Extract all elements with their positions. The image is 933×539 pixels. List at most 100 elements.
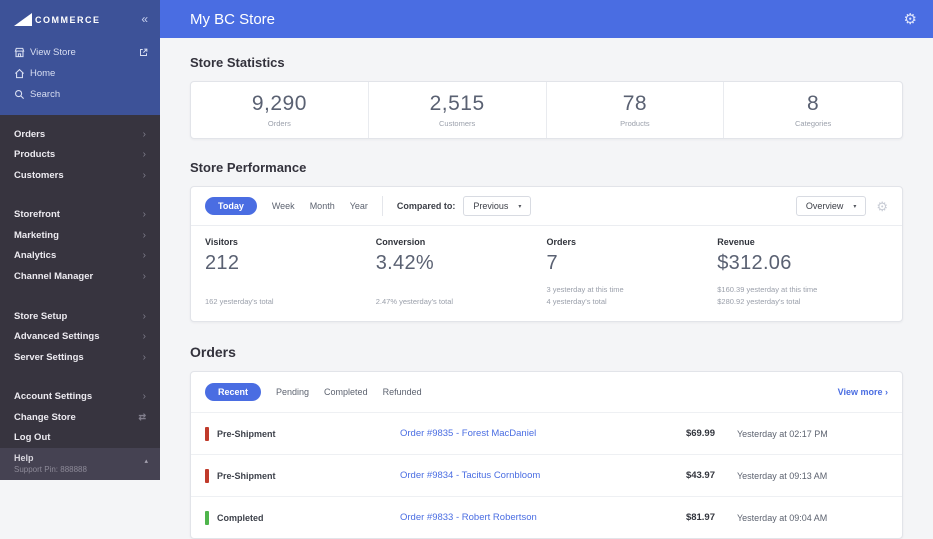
chevron-right-icon: › (142, 351, 146, 363)
stat-label: Orders (267, 119, 291, 128)
sidebar: COMMERCE « View Store Home Search Orders… (0, 0, 160, 481)
sidebar-item-home[interactable]: Home (0, 63, 160, 84)
metric-subtext: 4 yesterday's total (546, 297, 607, 307)
compared-to-dropdown[interactable]: Previous ▾ (463, 196, 532, 216)
performance-metrics: Visitors 212 162 yesterday's total Conve… (191, 225, 902, 321)
sidebar-item-marketing[interactable]: Marketing › (0, 225, 160, 246)
help-title: Help (14, 453, 34, 464)
stat-label: Products (620, 119, 650, 128)
sidebar-item-search[interactable]: Search (0, 84, 160, 105)
sidebar-item-orders[interactable]: Orders › (0, 124, 160, 145)
order-amount: $43.97 (685, 470, 715, 481)
sidebar-item-store-setup[interactable]: Store Setup › (0, 306, 160, 327)
stat-products: 78 Products (547, 82, 725, 138)
sidebar-item-server-settings[interactable]: Server Settings › (0, 347, 160, 368)
logo-text: COMMERCE (35, 14, 101, 25)
order-link[interactable]: Order #9835 - Forest MacDaniel (400, 428, 655, 439)
order-status: Pre-Shipment (205, 468, 400, 483)
stat-value: 2,515 (429, 92, 485, 115)
chevron-down-icon: ▾ (853, 203, 857, 210)
order-time: Yesterday at 02:17 PM (737, 428, 828, 439)
sidebar-item-label: Channel Manager (14, 270, 94, 282)
sidebar-item-customers[interactable]: Customers › (0, 165, 160, 186)
sidebar-item-label: Server Settings (14, 351, 84, 363)
external-link-icon (139, 48, 148, 60)
compared-to-value: Previous (473, 201, 509, 211)
sidebar-group-settings: Store Setup › Advanced Settings › Server… (0, 297, 160, 368)
sidebar-item-label: Store Setup (14, 310, 68, 322)
status-label: Pre-Shipment (217, 470, 276, 481)
view-more-link[interactable]: View more › (838, 387, 888, 397)
range-tab-today[interactable]: Today (205, 197, 257, 215)
order-amount: $81.97 (685, 512, 715, 523)
range-tab-week[interactable]: Week (272, 201, 295, 211)
stat-value: 8 (807, 92, 820, 115)
orders-heading: Orders (190, 344, 236, 360)
stat-categories: 8 Categories (724, 82, 902, 138)
sidebar-group-storefront: Storefront › Marketing › Analytics › Cha… (0, 196, 160, 287)
chevron-down-icon: ▾ (518, 203, 522, 210)
order-time: Yesterday at 09:13 AM (737, 470, 828, 481)
order-amount: $69.99 (685, 428, 715, 439)
sidebar-item-storefront[interactable]: Storefront › (0, 205, 160, 226)
view-value: Overview (805, 201, 844, 211)
range-tab-year[interactable]: Year (350, 201, 368, 211)
metric-label: Revenue (717, 237, 755, 247)
sidebar-item-channel-manager[interactable]: Channel Manager › (0, 266, 160, 287)
status-label: Completed (217, 512, 264, 523)
view-more-label: View more (837, 387, 883, 397)
chevron-right-icon: › (142, 331, 146, 343)
metric-label: Conversion (375, 237, 426, 247)
status-bar-icon (205, 468, 209, 483)
orders-tab-refunded[interactable]: Refunded (383, 387, 422, 397)
chevron-right-icon: › (142, 250, 146, 262)
swap-icon: ⇄ (138, 411, 146, 422)
order-link[interactable]: Order #9833 - Robert Robertson (400, 512, 655, 523)
orders-tab-pending[interactable]: Pending (276, 387, 309, 397)
chevron-right-icon: › (142, 149, 146, 161)
sidebar-item-analytics[interactable]: Analytics › (0, 246, 160, 267)
sidebar-item-view-store[interactable]: View Store (0, 42, 160, 63)
chevron-right-icon: › (142, 391, 146, 403)
view-dropdown[interactable]: Overview ▾ (795, 196, 867, 216)
orders-tab-completed[interactable]: Completed (324, 387, 368, 397)
chevron-right-icon: › (142, 310, 146, 322)
chevron-right-icon: › (142, 229, 146, 241)
sidebar-item-log-out[interactable]: Log Out (0, 428, 160, 449)
sidebar-top-section: COMMERCE « View Store Home Search (0, 0, 160, 115)
stat-value: 9,290 (251, 92, 307, 115)
settings-gear-icon[interactable]: ⚙ (904, 12, 917, 27)
sidebar-item-label: Change Store (14, 411, 76, 423)
home-icon (14, 68, 30, 79)
orders-tab-recent[interactable]: Recent (205, 383, 262, 401)
bigcommerce-sail-icon (14, 13, 32, 26)
order-row: Pre-Shipment Order #9835 - Forest MacDan… (191, 412, 902, 454)
sidebar-item-account-settings[interactable]: Account Settings › (0, 387, 160, 408)
support-pin: Support Pin: 888888 (14, 465, 87, 475)
sidebar-item-change-store[interactable]: Change Store ⇄ (0, 407, 160, 428)
sidebar-item-products[interactable]: Products › (0, 145, 160, 166)
sidebar-item-label: Home (30, 68, 56, 79)
performance-settings-gear-icon[interactable]: ⚙ (876, 200, 888, 213)
range-tab-month[interactable]: Month (310, 201, 335, 211)
sidebar-collapse-icon[interactable]: « (141, 12, 148, 26)
metric-value: 7 (546, 252, 558, 274)
sidebar-item-label: Log Out (14, 432, 51, 444)
sidebar-item-advanced-settings[interactable]: Advanced Settings › (0, 326, 160, 347)
order-row: Pre-Shipment Order #9834 - Tacitus Cornb… (191, 454, 902, 496)
bigcommerce-logo: COMMERCE « (0, 0, 160, 42)
sidebar-item-label: Advanced Settings (14, 331, 100, 343)
sidebar-item-label: Customers (14, 169, 64, 181)
metric-value: 3.42% (375, 252, 434, 274)
chevron-up-icon[interactable]: ▴ (144, 457, 148, 465)
store-statistics-card: 9,290 Orders 2,515 Customers 78 Products… (190, 81, 903, 139)
help-panel[interactable]: Help Support Pin: 888888 ▴ (0, 448, 160, 481)
metric-label: Orders (546, 237, 577, 247)
sidebar-item-label: Orders (14, 128, 46, 140)
stat-orders: 9,290 Orders (191, 82, 369, 138)
top-header: My BC Store ⚙ (160, 0, 933, 38)
sidebar-item-label: Analytics (14, 250, 57, 262)
status-label: Pre-Shipment (217, 428, 276, 439)
sidebar-group-account: Account Settings › Change Store ⇄ Log Ou… (0, 378, 160, 449)
order-link[interactable]: Order #9834 - Tacitus Cornbloom (400, 470, 655, 481)
